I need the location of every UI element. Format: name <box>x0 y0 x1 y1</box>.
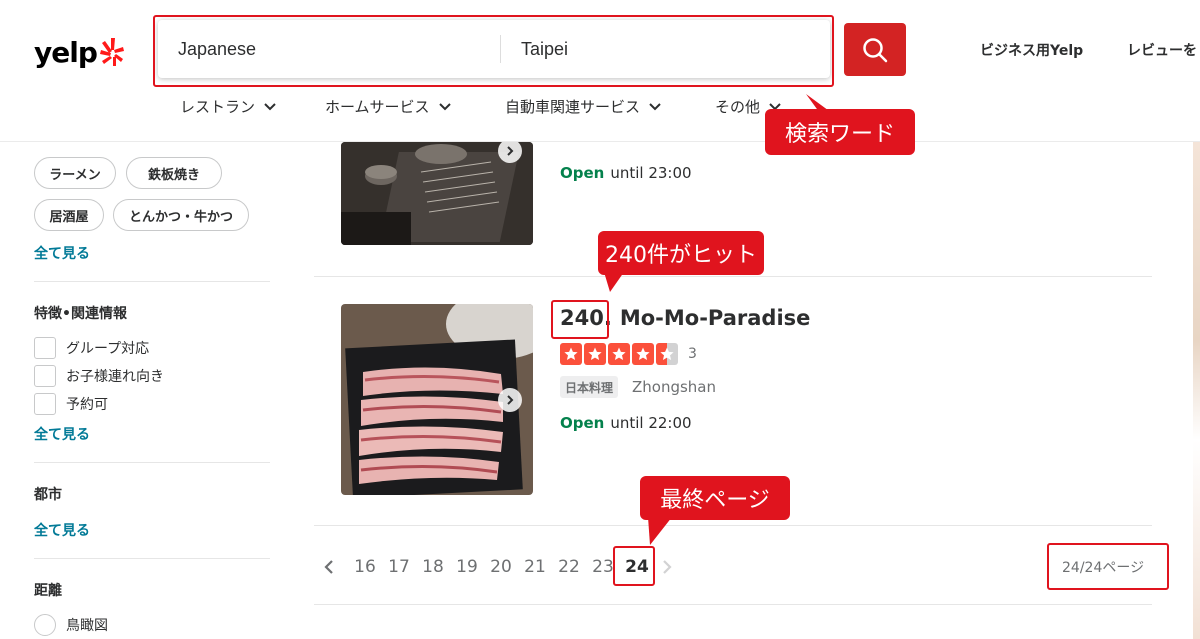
carousel-next-button[interactable] <box>498 388 522 412</box>
open-until: until 23:00 <box>610 164 692 182</box>
write-review-link[interactable]: レビューを <box>1127 40 1197 60</box>
page-count: 24/24ページ <box>1062 560 1145 576</box>
see-all-categories-link[interactable]: 全て見る <box>34 243 90 263</box>
chevron-right-icon <box>507 146 514 156</box>
chevron-right-icon <box>507 395 514 405</box>
result-2-photo[interactable] <box>341 304 533 495</box>
search-what-input[interactable]: Japanese <box>158 20 500 78</box>
result-1-hours: Open until 23:00 <box>560 164 692 182</box>
nav-auto-services[interactable]: 自動車関連サービス <box>505 96 662 117</box>
search-where-input[interactable]: Taipei <box>501 20 568 78</box>
sidebar-divider <box>34 281 270 282</box>
city-title: 都市 <box>34 487 62 503</box>
radio-label: 鳥瞰図 <box>66 618 108 634</box>
page-link[interactable]: 17 <box>382 557 416 577</box>
page-edge-strip <box>1193 142 1200 639</box>
checkbox-label: グループ対応 <box>66 341 150 357</box>
distance-title: 距離 <box>34 583 62 599</box>
chip-izakaya[interactable]: 居酒屋 <box>34 199 104 231</box>
chevron-down-icon <box>438 102 451 110</box>
hits-callout: 240件がヒット <box>598 231 764 275</box>
callout-pointer <box>604 272 624 292</box>
checkbox-label: お子様連れ向き <box>66 369 164 385</box>
page-link[interactable]: 21 <box>518 557 552 577</box>
result-2-hours: Open until 22:00 <box>560 414 692 432</box>
feature-reservations[interactable]: 予約可 <box>34 393 108 415</box>
logo-text: yelp <box>34 35 98 69</box>
yelp-logo[interactable]: yelp <box>34 32 134 72</box>
neighborhood: Zhongshan <box>632 378 717 396</box>
features-title: 特徴•関連情報 <box>34 306 127 322</box>
nav-label: 自動車関連サービス <box>505 98 641 116</box>
chevron-left-icon[interactable] <box>320 557 340 577</box>
pagination: 16 17 18 19 20 21 22 23 24 <box>320 552 676 582</box>
feature-kids-friendly[interactable]: お子様連れ向き <box>34 365 164 387</box>
nav-label: レストラン <box>180 98 256 116</box>
star-icon <box>608 343 630 365</box>
current-page: 24 <box>625 557 649 577</box>
search-icon <box>863 37 888 62</box>
checkbox-label: 予約可 <box>66 397 108 413</box>
result-2-title[interactable]: 240. Mo-Mo-Paradise <box>560 306 810 330</box>
sidebar-divider <box>34 462 270 463</box>
burst-icon <box>99 38 124 66</box>
site-header: yelp Japanese Taipei ビジネス用Yelp レビューを レスト… <box>0 0 1200 142</box>
see-all-features-link[interactable]: 全て見る <box>34 424 90 444</box>
page-link[interactable]: 16 <box>348 557 382 577</box>
result-divider <box>314 525 1152 526</box>
checkbox[interactable] <box>34 337 56 359</box>
page-link[interactable]: 20 <box>484 557 518 577</box>
open-status: Open <box>560 414 605 432</box>
sidebar-divider <box>34 558 270 559</box>
chevron-right-icon <box>663 560 672 574</box>
see-all-cities-link[interactable]: 全て見る <box>34 520 90 540</box>
nav-home-services[interactable]: ホームサービス <box>325 96 452 117</box>
star-icon <box>560 343 582 365</box>
open-status: Open <box>560 164 605 182</box>
radio-button[interactable] <box>34 614 56 636</box>
page-link[interactable]: 22 <box>552 557 586 577</box>
nav-restaurants[interactable]: レストラン <box>180 96 277 117</box>
nav-label: その他 <box>715 98 761 116</box>
star-icon <box>632 343 654 365</box>
search-button[interactable] <box>844 23 906 76</box>
nav-label: ホームサービス <box>325 98 430 116</box>
category-tag[interactable]: 日本料理 <box>560 376 619 398</box>
open-until: until 22:00 <box>610 414 692 432</box>
review-count[interactable]: 3 <box>688 346 697 362</box>
result-divider <box>314 276 1152 277</box>
chip-ramen[interactable]: ラーメン <box>34 157 116 189</box>
last-page-callout: 最終ページ <box>640 476 790 520</box>
chevron-down-icon <box>264 102 276 110</box>
result-divider <box>314 604 1152 605</box>
callout-pointer <box>648 517 672 545</box>
checkbox[interactable] <box>34 365 56 387</box>
yelp-for-business-link[interactable]: ビジネス用Yelp <box>980 40 1083 60</box>
chevron-down-icon <box>649 102 661 110</box>
search-words-callout: 検索ワード <box>765 109 915 155</box>
page-link[interactable]: 19 <box>450 557 484 577</box>
result-number: 240. <box>560 306 612 330</box>
star-icon <box>584 343 606 365</box>
chip-teppanyaki[interactable]: 鉄板焼き <box>126 157 222 189</box>
half-star-icon <box>656 343 678 365</box>
page-link[interactable]: 18 <box>416 557 450 577</box>
result-1-photo[interactable] <box>341 142 533 245</box>
page-link[interactable]: 23 <box>586 557 620 577</box>
checkbox[interactable] <box>34 393 56 415</box>
business-name[interactable]: Mo-Mo-Paradise <box>620 306 811 330</box>
distance-birds-eye[interactable]: 鳥瞰図 <box>34 614 108 636</box>
star-rating: 3 <box>560 343 697 365</box>
search-bar: Japanese Taipei <box>158 20 830 78</box>
feature-group-friendly[interactable]: グループ対応 <box>34 337 149 359</box>
chip-tonkatsu[interactable]: とんかつ・牛かつ <box>113 199 249 231</box>
